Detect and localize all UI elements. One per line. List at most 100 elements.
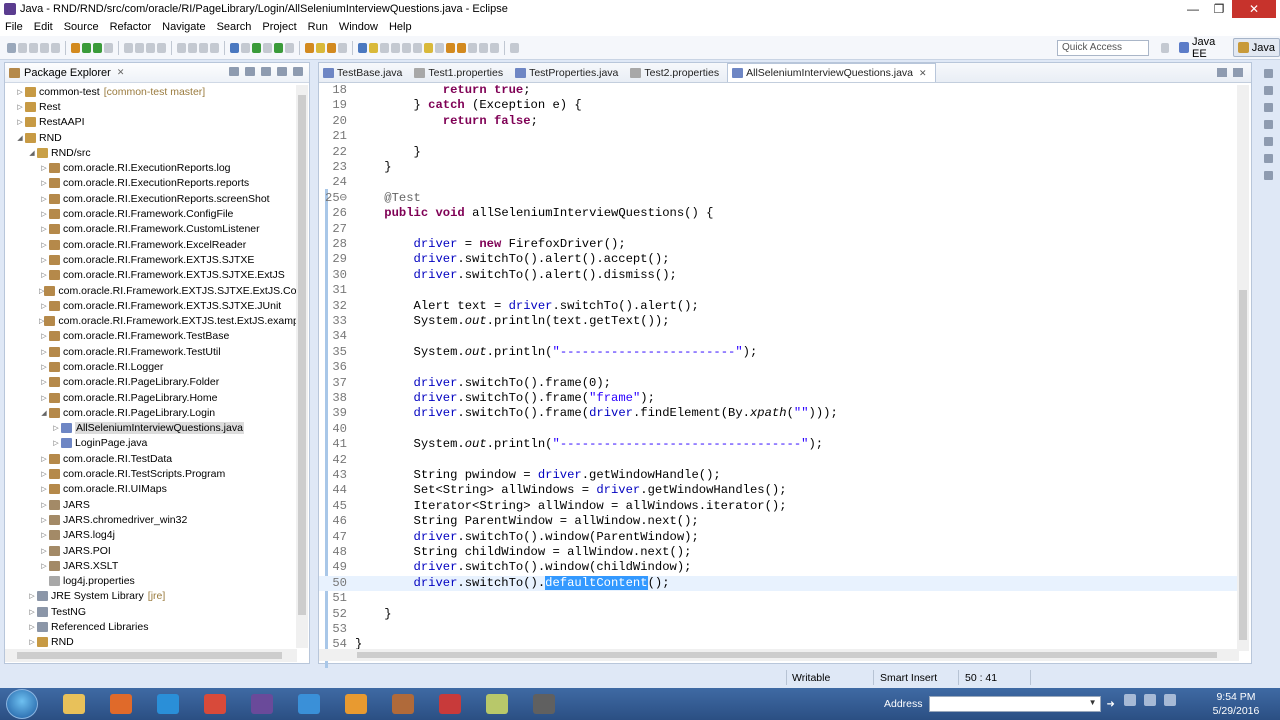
menu-edit[interactable]: Edit — [29, 21, 59, 33]
dropdown-icon[interactable] — [241, 42, 250, 53]
dropdown-icon[interactable] — [18, 42, 27, 53]
collapsed-arrow-icon[interactable]: ▷ — [39, 485, 49, 493]
show-whitespace-icon[interactable] — [157, 42, 166, 53]
collapsed-arrow-icon[interactable]: ▷ — [15, 103, 25, 111]
taskbar-app-button[interactable] — [384, 690, 422, 718]
new-java-project-icon[interactable] — [71, 42, 80, 53]
tree-item[interactable]: ▷ LoginPage.java — [5, 436, 297, 451]
taskbar-explorer-button[interactable] — [55, 690, 93, 718]
code-line[interactable]: 22 } — [319, 145, 1239, 160]
dropdown-icon[interactable] — [285, 42, 294, 53]
declaration-icon[interactable] — [1264, 137, 1273, 146]
new-package-icon[interactable] — [82, 42, 91, 53]
code-line[interactable]: 32 Alert text = driver.switchTo().alert(… — [319, 299, 1239, 314]
tree-item[interactable]: ▷ common-test [common-test master] — [5, 84, 297, 99]
collapsed-arrow-icon[interactable]: ▷ — [39, 164, 49, 172]
code-line[interactable]: 43 String pwindow = driver.getWindowHand… — [319, 468, 1239, 483]
taskbar-pdf-button[interactable] — [431, 690, 469, 718]
tree-item[interactable]: ▷ com.oracle.RI.ExecutionReports.reports — [5, 176, 297, 191]
close-icon[interactable]: ✕ — [117, 67, 125, 78]
taskbar-notes-button[interactable] — [478, 690, 516, 718]
taskbar-skype-button[interactable] — [149, 690, 187, 718]
code-line[interactable]: 24 — [319, 175, 1239, 190]
tree-item[interactable]: ▷ com.oracle.RI.Framework.EXTJS.test.ExtJ… — [5, 313, 297, 328]
perspective-java-ee[interactable]: Java EE — [1175, 36, 1233, 60]
save-all-icon[interactable] — [40, 42, 49, 53]
perspective-java[interactable]: Java — [1232, 38, 1280, 57]
tree-vertical-scrollbar[interactable] — [296, 85, 308, 648]
dropdown-icon[interactable] — [263, 42, 272, 53]
resume-icon[interactable] — [188, 42, 197, 53]
tree-item[interactable]: ▷ JARS.XSLT — [5, 558, 297, 573]
terminate-icon[interactable] — [210, 42, 219, 53]
tree-item[interactable]: ▷ com.oracle.RI.Logger — [5, 359, 297, 374]
open-perspective-icon[interactable] — [1161, 42, 1170, 53]
code-line[interactable]: 42 — [319, 453, 1239, 468]
progress-icon[interactable] — [1264, 171, 1273, 180]
open-type-icon[interactable] — [104, 42, 113, 53]
collapsed-arrow-icon[interactable]: ▷ — [39, 455, 49, 463]
volume-icon[interactable] — [1164, 694, 1176, 706]
code-line[interactable]: 30 driver.switchTo().alert().dismiss(); — [319, 268, 1239, 283]
tree-item[interactable]: ▷ com.oracle.RI.Framework.TestUtil — [5, 344, 297, 359]
outline-icon[interactable] — [1264, 69, 1273, 78]
taskbar-eclipse-button[interactable] — [243, 690, 281, 718]
mark-occurrences-icon[interactable] — [135, 42, 144, 53]
expand-icon[interactable] — [402, 42, 411, 53]
close-tab-icon[interactable]: ✕ — [919, 68, 927, 79]
code-line[interactable]: 51 — [319, 591, 1239, 606]
menu-file[interactable]: File — [0, 21, 29, 33]
tree-item[interactable]: ▷ com.oracle.RI.TestScripts.Program — [5, 466, 297, 481]
debug-icon[interactable] — [230, 42, 239, 53]
collapsed-arrow-icon[interactable]: ▷ — [27, 623, 37, 631]
code-line[interactable]: 40 — [319, 422, 1239, 437]
collapsed-arrow-icon[interactable]: ▷ — [39, 470, 49, 478]
editor-tab[interactable]: AllSeleniumInterviewQuestions.java ✕ — [727, 63, 936, 82]
tree-item[interactable]: ▷ JRE System Library [jre] — [5, 589, 297, 604]
code-line[interactable]: 50 driver.switchTo().defaultContent(); — [319, 575, 1239, 592]
address-input[interactable]: ▼ — [928, 696, 1101, 712]
collapsed-arrow-icon[interactable]: ▷ — [39, 195, 49, 203]
menu-navigate[interactable]: Navigate — [157, 21, 211, 33]
code-line[interactable]: 38 driver.switchTo().frame("frame"); — [319, 391, 1239, 406]
taskbar-chrome-button[interactable] — [196, 690, 234, 718]
view-menu-icon[interactable] — [261, 67, 271, 76]
collapsed-arrow-icon[interactable]: ▷ — [39, 378, 49, 386]
tree-item[interactable]: ▷ JARS.chromedriver_win32 — [5, 512, 297, 527]
code-line[interactable]: 47 driver.switchTo().window(ParentWindow… — [319, 530, 1239, 545]
code-line[interactable]: 28 driver = new FirefoxDriver(); — [319, 237, 1239, 252]
new-class-icon[interactable] — [93, 42, 102, 53]
collapse-all-icon[interactable] — [229, 67, 239, 76]
tree-item[interactable]: ▷ com.oracle.RI.ExecutionReports.screenSh… — [5, 191, 297, 206]
menu-project[interactable]: Project — [257, 21, 302, 33]
code-line[interactable]: 45 Iterator<String> allWindow = allWindo… — [319, 499, 1239, 514]
tree-item[interactable]: ▷ RND — [5, 635, 297, 649]
tree-item[interactable]: ▷ RestAAPI — [5, 115, 297, 130]
editor-tab[interactable]: Test2.properties — [626, 63, 727, 82]
tree-item[interactable]: ◢ com.oracle.RI.PageLibrary.Login — [5, 405, 297, 420]
expanded-arrow-icon[interactable]: ◢ — [15, 134, 25, 142]
collapsed-arrow-icon[interactable]: ▷ — [39, 394, 49, 402]
block-selection-icon[interactable] — [146, 42, 155, 53]
editor-tab[interactable]: TestProperties.java — [511, 63, 626, 82]
tree-item[interactable]: ▷ JARS.POI — [5, 543, 297, 558]
expanded-arrow-icon[interactable]: ◢ — [39, 409, 49, 417]
coverage-icon[interactable] — [274, 42, 283, 53]
menu-search[interactable]: Search — [212, 21, 258, 33]
tree-item[interactable]: ▷ AllSeleniumInterviewQuestions.java — [5, 421, 297, 436]
code-line[interactable]: 34 — [319, 329, 1239, 344]
collapsed-arrow-icon[interactable]: ▷ — [39, 531, 49, 539]
dropdown-icon[interactable] — [468, 42, 477, 53]
editor-tab[interactable]: TestBase.java — [319, 63, 410, 82]
code-line[interactable]: 35 System.out.println("-----------------… — [319, 345, 1239, 360]
code-line[interactable]: 23 } — [319, 160, 1239, 175]
tree-item[interactable]: ▷ com.oracle.RI.Framework.CustomListener — [5, 222, 297, 237]
menu-source[interactable]: Source — [59, 21, 105, 33]
tree-item[interactable]: ▷ com.oracle.RI.Framework.ExcelReader — [5, 237, 297, 252]
new-icon[interactable] — [7, 42, 16, 53]
code-line[interactable]: 21 — [319, 129, 1239, 144]
next-annotation-icon[interactable] — [358, 42, 367, 53]
code-line[interactable]: 39 driver.switchTo().frame(driver.findEl… — [319, 406, 1239, 421]
link-editor-icon[interactable] — [245, 67, 255, 76]
collapsed-arrow-icon[interactable]: ▷ — [39, 363, 49, 371]
